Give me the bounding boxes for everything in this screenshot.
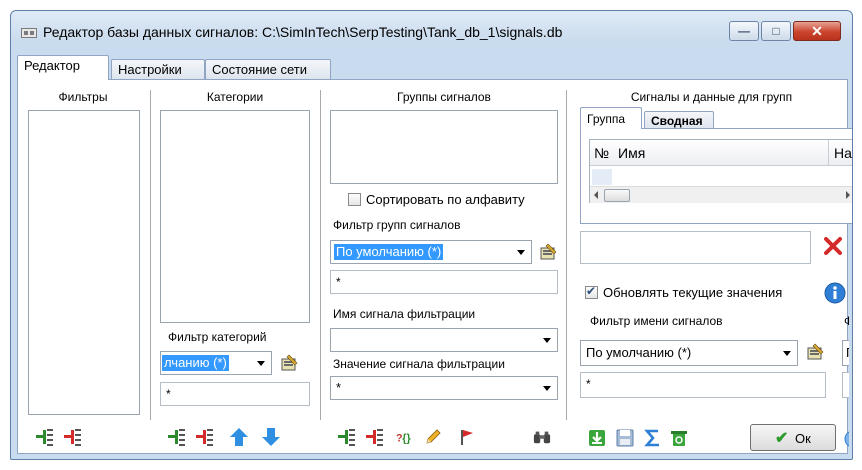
svg-text:{}: {} [402, 433, 411, 445]
download-icon[interactable] [588, 429, 606, 447]
column-value[interactable]: На [834, 145, 852, 161]
info-icon[interactable] [824, 282, 846, 304]
tab-summary[interactable]: Сводная [644, 111, 714, 129]
recycle-bin-icon[interactable] [670, 429, 688, 447]
flag-icon[interactable] [458, 428, 476, 446]
app-icon [21, 28, 37, 38]
chevron-down-icon [783, 351, 791, 356]
tab-editor[interactable]: Редактор [17, 55, 109, 80]
scroll-left-icon[interactable] [594, 191, 598, 199]
add-category-icon[interactable] [168, 428, 186, 446]
ok-button-label: Ок [795, 431, 811, 446]
close-icon: ✕ [811, 23, 823, 39]
cut-label: Ф [844, 314, 849, 328]
window-title: Редактор базы данных сигналов: C:\SimInT… [43, 24, 563, 40]
minimize-button[interactable]: — [729, 21, 759, 41]
signal-name-filter-combo[interactable] [330, 328, 558, 352]
row-selector[interactable] [592, 169, 612, 185]
ok-button[interactable]: ✔ Ок [750, 424, 836, 451]
group-filter-edit-icon[interactable] [539, 243, 557, 261]
tab-group[interactable]: Группа [580, 107, 642, 129]
add-filter-icon[interactable] [36, 428, 54, 446]
binoculars-icon[interactable] [533, 428, 551, 446]
signal-value-filter-combo[interactable]: * [330, 376, 558, 400]
signals-table-header: № Имя На [590, 140, 852, 166]
signal-name-filter-label: Фильтр имени сигналов [590, 314, 723, 328]
category-filter-field[interactable]: * [160, 382, 310, 406]
cut-combo[interactable]: Г [842, 340, 849, 366]
filters-list[interactable] [28, 110, 140, 415]
tab-network-status[interactable]: Состояние сети [205, 59, 331, 79]
close-button[interactable]: ✕ [793, 21, 841, 41]
cut-field[interactable] [842, 372, 849, 398]
update-values-label: Обновлять текущие значения [603, 285, 783, 300]
sort-alphabet-checkbox[interactable] [348, 193, 361, 206]
signal-value-filter-label: Значение сигнала фильтрации [333, 357, 505, 371]
name-filter-edit-icon[interactable] [806, 343, 824, 361]
categories-header: Категории [206, 90, 264, 104]
maximize-button[interactable]: □ [761, 21, 791, 41]
update-values-checkbox[interactable]: ✔ [585, 284, 598, 299]
groups-header: Группы сигналов [397, 90, 491, 104]
maximize-icon: □ [772, 24, 780, 38]
signals-header: Сигналы и данные для групп [630, 90, 793, 104]
signals-grid[interactable]: № Имя На [580, 128, 852, 224]
remove-category-icon[interactable] [196, 428, 214, 446]
tab-settings[interactable]: Настройки [111, 59, 205, 79]
chevron-down-icon [517, 250, 525, 255]
chevron-down-icon [543, 338, 551, 343]
remove-filter-icon[interactable] [64, 428, 82, 446]
add-group-icon[interactable] [338, 428, 356, 446]
scrollbar-thumb[interactable] [604, 189, 630, 202]
groups-list[interactable] [330, 110, 558, 184]
chevron-down-icon [543, 386, 551, 391]
editor-panel: Фильтры Категории Фильтр категорий лчани… [17, 79, 852, 454]
categories-list[interactable] [160, 110, 310, 323]
group-filter-combo[interactable]: По умолчанию (*) [330, 240, 532, 264]
column-name[interactable]: Имя [618, 145, 645, 161]
category-filter-label: Фильтр категорий [168, 330, 267, 344]
column-number[interactable]: № [594, 145, 609, 161]
signal-name-field[interactable]: * [580, 372, 826, 398]
separator[interactable] [566, 90, 568, 420]
save-icon[interactable] [616, 429, 634, 447]
title-bar: Редактор базы данных сигналов: C:\SimInT… [11, 11, 852, 51]
group-filter-label: Фильтр групп сигналов [333, 218, 461, 232]
pencil-icon[interactable] [424, 428, 442, 446]
formula-icon[interactable]: ? {} [396, 428, 414, 446]
signals-table[interactable]: № Имя На [589, 139, 852, 203]
scroll-right-icon[interactable] [846, 191, 850, 199]
signal-name-filter-label: Имя сигнала фильтрации [333, 307, 476, 321]
chevron-down-icon [257, 361, 265, 366]
checkmark-icon: ✔ [775, 430, 789, 447]
sum-icon[interactable] [644, 429, 662, 447]
filters-header: Фильтры [58, 90, 108, 104]
horizontal-scrollbar[interactable] [590, 186, 852, 203]
separator[interactable] [150, 90, 152, 420]
signal-name-combo[interactable]: По умолчанию (*) [580, 340, 798, 366]
minimize-icon: — [738, 24, 750, 38]
filter-edit-icon[interactable] [280, 354, 298, 372]
main-window: Редактор базы данных сигналов: C:\SimInT… [10, 10, 853, 460]
remove-group-icon[interactable] [366, 428, 384, 446]
signal-edit-field[interactable] [580, 231, 811, 264]
group-filter-field[interactable]: * [330, 270, 558, 294]
category-filter-combo[interactable]: лчанию (*) [160, 351, 272, 375]
move-up-icon[interactable] [230, 428, 250, 448]
sort-alphabet-label: Сортировать по алфавиту [366, 192, 525, 207]
globe-icon[interactable] [844, 430, 849, 448]
separator[interactable] [320, 90, 322, 420]
move-down-icon[interactable] [262, 428, 282, 448]
delete-icon[interactable] [822, 235, 844, 257]
